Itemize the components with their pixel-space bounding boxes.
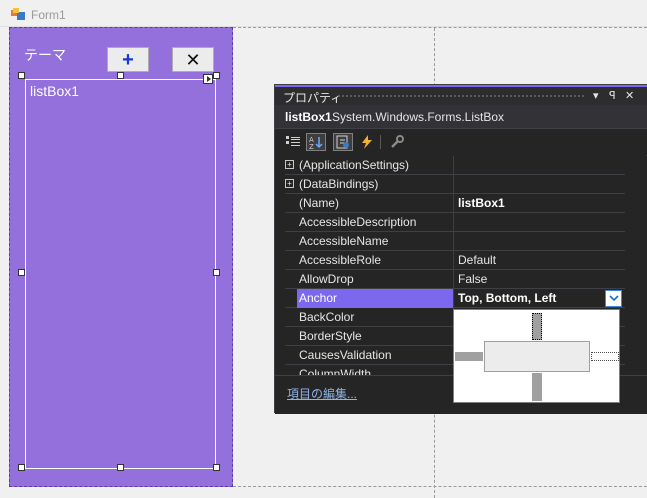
property-value[interactable]: False xyxy=(453,270,625,289)
anchor-control-preview xyxy=(484,341,590,372)
form-guide-line-bottom xyxy=(233,486,647,487)
property-value[interactable] xyxy=(453,232,625,251)
property-name: AllowDrop xyxy=(299,272,354,286)
property-value[interactable]: Top, Bottom, Left xyxy=(453,289,625,308)
property-row[interactable]: AccessibleRole Default xyxy=(285,251,625,270)
property-row[interactable]: AllowDrop False xyxy=(285,270,625,289)
form-icon xyxy=(11,8,25,20)
properties-icon[interactable] xyxy=(333,133,353,151)
resize-handle-bl[interactable] xyxy=(18,464,25,471)
categorized-icon[interactable] xyxy=(283,133,303,151)
property-name: (ApplicationSettings) xyxy=(299,158,410,172)
delete-button[interactable]: ✕ xyxy=(172,47,214,72)
anchor-top-toggle[interactable] xyxy=(532,313,542,340)
property-name: (DataBindings) xyxy=(299,177,379,191)
toolbar-separator xyxy=(380,135,381,149)
plus-icon: + xyxy=(122,48,134,71)
property-name: BorderStyle xyxy=(299,329,362,343)
expand-icon[interactable]: + xyxy=(285,160,294,169)
property-value[interactable] xyxy=(453,213,625,232)
anchor-left-toggle[interactable] xyxy=(455,352,483,361)
anchor-editor xyxy=(453,309,620,403)
resize-handle-tc[interactable] xyxy=(117,72,124,79)
pin-icon[interactable]: ꟼ xyxy=(609,89,616,102)
property-name: AccessibleRole xyxy=(299,253,382,267)
dropdown-arrow-icon[interactable]: ▾ xyxy=(593,89,599,102)
properties-titlebar[interactable]: プロパティ ▾ ꟼ ✕ xyxy=(275,85,647,105)
anchor-bottom-toggle[interactable] xyxy=(532,373,542,401)
property-name: AccessibleDescription xyxy=(299,215,417,229)
theme-panel[interactable]: テーマ + ✕ listBox1 xyxy=(9,27,233,487)
theme-label[interactable]: テーマ xyxy=(24,45,66,65)
property-pages-icon[interactable] xyxy=(387,133,407,151)
resize-handle-bc[interactable] xyxy=(117,464,124,471)
property-row[interactable]: AccessibleDescription xyxy=(285,213,625,232)
property-value[interactable]: listBox1 xyxy=(453,194,625,213)
form-title: Form1 xyxy=(31,8,66,22)
anchor-dropdown-button[interactable] xyxy=(605,290,622,307)
properties-toolbar: AZ xyxy=(275,129,647,155)
property-row[interactable]: + (ApplicationSettings) xyxy=(285,156,625,175)
resize-handle-tr[interactable] xyxy=(213,72,220,79)
add-button[interactable]: + xyxy=(107,47,149,72)
chevron-down-icon xyxy=(608,295,619,302)
svg-text:Z: Z xyxy=(309,143,314,149)
resize-handle-br[interactable] xyxy=(213,464,220,471)
property-row[interactable]: (Name) listBox1 xyxy=(285,194,625,213)
resize-handle-tl[interactable] xyxy=(18,72,25,79)
smart-tag-arrow-icon[interactable] xyxy=(203,74,213,84)
object-type: System.Windows.Forms.ListBox xyxy=(332,110,505,124)
events-icon[interactable] xyxy=(357,133,377,151)
property-row[interactable]: + (DataBindings) xyxy=(285,175,625,194)
listbox-label: listBox1 xyxy=(30,83,80,99)
property-name: BackColor xyxy=(299,310,355,324)
property-name: AccessibleName xyxy=(299,234,389,248)
listbox[interactable]: listBox1 xyxy=(25,79,216,469)
property-name: (Name) xyxy=(299,196,340,210)
close-icon: ✕ xyxy=(185,49,201,70)
property-row[interactable]: AccessibleName xyxy=(285,232,625,251)
close-icon[interactable]: ✕ xyxy=(625,89,634,102)
expand-icon[interactable]: + xyxy=(285,179,294,188)
resize-handle-ml[interactable] xyxy=(18,269,25,276)
properties-scrollbar[interactable] xyxy=(625,156,647,375)
object-name: listBox1 xyxy=(285,110,332,124)
property-row-selected[interactable]: Anchor Top, Bottom, Left xyxy=(285,289,625,308)
property-value[interactable] xyxy=(453,156,625,175)
anchor-right-toggle[interactable] xyxy=(591,352,619,361)
property-name: ColumnWidth xyxy=(299,367,372,375)
object-selector[interactable]: listBox1 System.Windows.Forms.ListBox xyxy=(275,105,647,129)
property-name: Anchor xyxy=(297,289,453,308)
edit-items-link[interactable]: 項目の編集... xyxy=(287,385,357,402)
alphabetical-icon[interactable]: AZ xyxy=(306,133,326,151)
form-titlebar: Form1 xyxy=(0,0,647,27)
property-name: CausesValidation xyxy=(299,348,392,362)
property-value[interactable]: Default xyxy=(453,251,625,270)
titlebar-grip xyxy=(337,94,585,99)
properties-title: プロパティ xyxy=(283,91,343,105)
resize-handle-mr[interactable] xyxy=(213,269,220,276)
form-guide-line xyxy=(233,27,647,28)
property-value[interactable] xyxy=(453,175,625,194)
